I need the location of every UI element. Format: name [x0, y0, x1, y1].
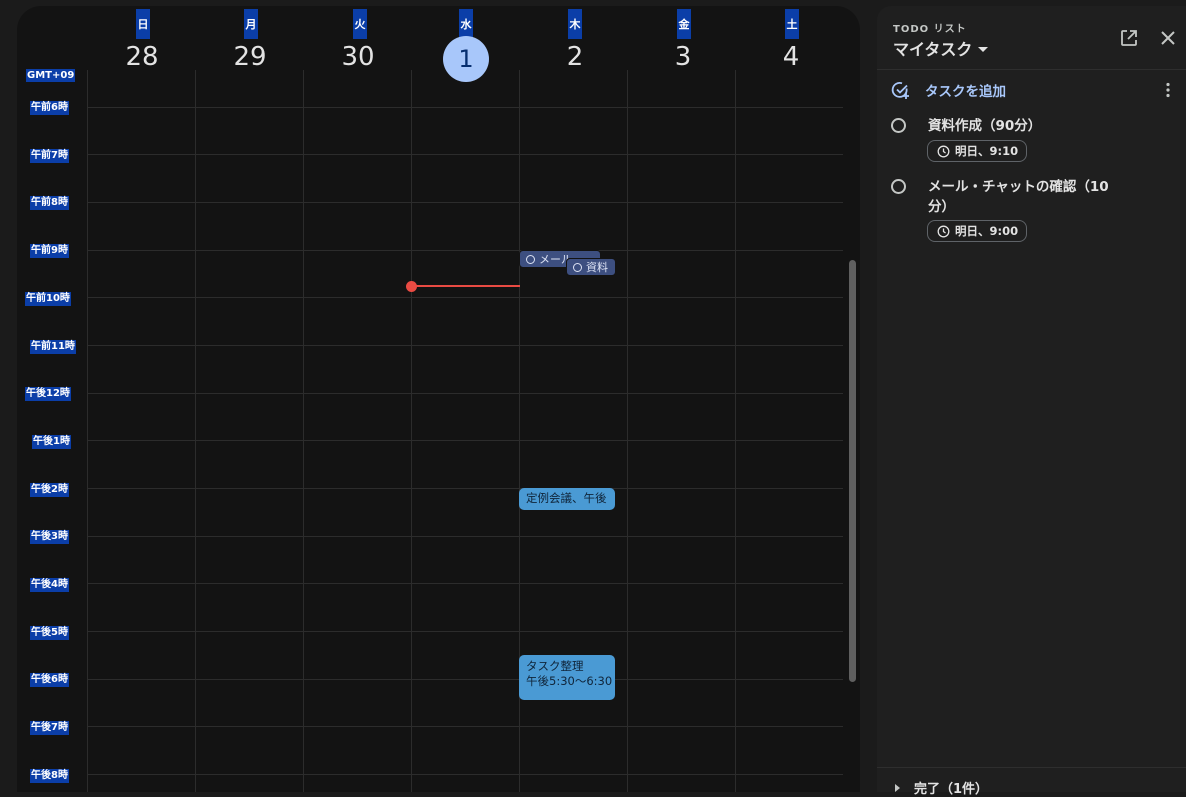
grid-hline: [87, 726, 843, 727]
calendar-scrollbar[interactable]: [849, 260, 856, 682]
hour-label: 午後7時: [30, 721, 69, 735]
hour-label: 午前11時: [30, 340, 76, 354]
clock-icon: [937, 225, 950, 237]
hour-label: 午前8時: [30, 196, 69, 210]
event-title: タスク整理: [526, 659, 584, 673]
clock-icon: [937, 145, 950, 157]
task-complete-checkbox[interactable]: [891, 179, 906, 194]
day-number-28[interactable]: 28: [112, 40, 172, 74]
completed-divider: [877, 767, 1186, 768]
timezone-label: GMT+09: [26, 69, 76, 82]
more-options-icon[interactable]: [1164, 82, 1172, 98]
event-title: 定例会議、午後: [526, 491, 607, 505]
grid-hline: [87, 488, 843, 489]
day-abbr-wed: 水: [459, 9, 473, 39]
day-abbr-mon: 月: [244, 9, 258, 39]
grid-vline: [627, 70, 628, 792]
task-chip-document[interactable]: 資料: [566, 258, 616, 276]
task-item[interactable]: 資料作成（90分） 明日、9:10: [891, 116, 1146, 166]
grid-vline: [735, 70, 736, 792]
task-complete-checkbox[interactable]: [891, 118, 906, 133]
grid-vline: [303, 70, 304, 792]
task-item[interactable]: メール・チャットの確認（10分） 明日、9:00: [891, 177, 1146, 247]
day-abbr-tue: 火: [353, 9, 367, 39]
add-task-icon: [891, 82, 909, 99]
grid-vline: [195, 70, 196, 792]
grid-hline: [87, 631, 843, 632]
grid-hline: [87, 297, 843, 298]
day-number-29[interactable]: 29: [220, 40, 280, 74]
add-task-label: タスクを追加: [925, 84, 1006, 100]
hour-label: 午後3時: [30, 530, 69, 544]
hour-label: 午後2時: [30, 483, 69, 497]
event-time: 午後5:30〜6:30: [526, 674, 613, 688]
grid-hline: [87, 202, 843, 203]
add-task-button[interactable]: タスクを追加: [891, 80, 1006, 100]
grid-hline: [87, 440, 843, 441]
hour-label: 午後5時: [30, 626, 69, 640]
day-abbr-thu: 木: [568, 9, 582, 39]
hour-label: 午後12時: [25, 387, 71, 401]
due-date-chip[interactable]: 明日、9:10: [927, 140, 1028, 162]
grid-hline: [87, 774, 843, 775]
task-list-title: マイタスク: [893, 40, 973, 59]
task-circle-icon: [526, 254, 535, 264]
grid-hline: [87, 250, 843, 251]
day-number-30[interactable]: 30: [328, 40, 388, 74]
hour-label: 午後6時: [30, 673, 69, 687]
day-number-2[interactable]: 2: [545, 40, 605, 74]
task-list-selector[interactable]: マイタスク: [893, 36, 989, 60]
tasks-side-panel: TODO リスト マイタスク タスクを追加 資料作成（90分） 明日、9:10 …: [877, 6, 1186, 797]
hour-label: 午後4時: [30, 578, 69, 592]
day-abbr-sun: 日: [136, 9, 150, 39]
due-date-chip[interactable]: 明日、9:00: [927, 220, 1028, 242]
task-title: 資料作成（90分）: [928, 118, 1042, 134]
dropdown-caret-icon: [978, 46, 989, 52]
grid-hline: [87, 583, 843, 584]
event-regular-meeting[interactable]: 定例会議、午後: [519, 488, 615, 510]
grid-hline: [87, 154, 843, 155]
grid-vline: [411, 70, 412, 792]
day-abbr-sat: 土: [785, 9, 799, 39]
completed-section-toggle[interactable]: 完了（1件）: [895, 778, 988, 797]
task-chip-label: 資料: [586, 261, 608, 274]
completed-label: 完了（1件）: [914, 782, 989, 797]
day-number-3[interactable]: 3: [653, 40, 713, 74]
hour-label: 午前7時: [30, 149, 69, 163]
header-divider: [877, 69, 1186, 70]
close-icon[interactable]: [1158, 28, 1178, 48]
grid-hline: [87, 107, 843, 108]
grid-hline: [87, 345, 843, 346]
current-time-line: [413, 285, 520, 287]
day-number-today[interactable]: 1: [443, 36, 489, 82]
hour-label: 午後8時: [30, 769, 69, 783]
grid-vline: [87, 70, 88, 792]
chevron-right-icon: [895, 783, 900, 792]
hour-label: 午前6時: [30, 101, 69, 115]
hour-label: 午後1時: [32, 435, 71, 449]
tasks-panel-caption: TODO リスト: [893, 24, 967, 35]
grid-hline: [87, 679, 843, 680]
hour-label: 午前10時: [25, 292, 71, 306]
day-abbr-fri: 金: [677, 9, 691, 39]
task-circle-icon: [573, 262, 582, 272]
hour-label: 午前9時: [30, 244, 69, 258]
grid-hline: [87, 393, 843, 394]
day-number-4[interactable]: 4: [761, 40, 821, 74]
task-title: メール・チャットの確認（10分）: [928, 179, 1109, 215]
open-in-new-window-icon[interactable]: [1119, 28, 1139, 48]
event-task-organize[interactable]: タスク整理 午後5:30〜6:30: [519, 655, 615, 700]
due-date-label: 明日、9:00: [955, 224, 1019, 238]
grid-hline: [87, 536, 843, 537]
due-date-label: 明日、9:10: [955, 144, 1019, 158]
calendar-week-view: 日 28 月 29 火 30 水 1 木 2 金 3 土 4 GMT+09 午前…: [17, 6, 860, 792]
